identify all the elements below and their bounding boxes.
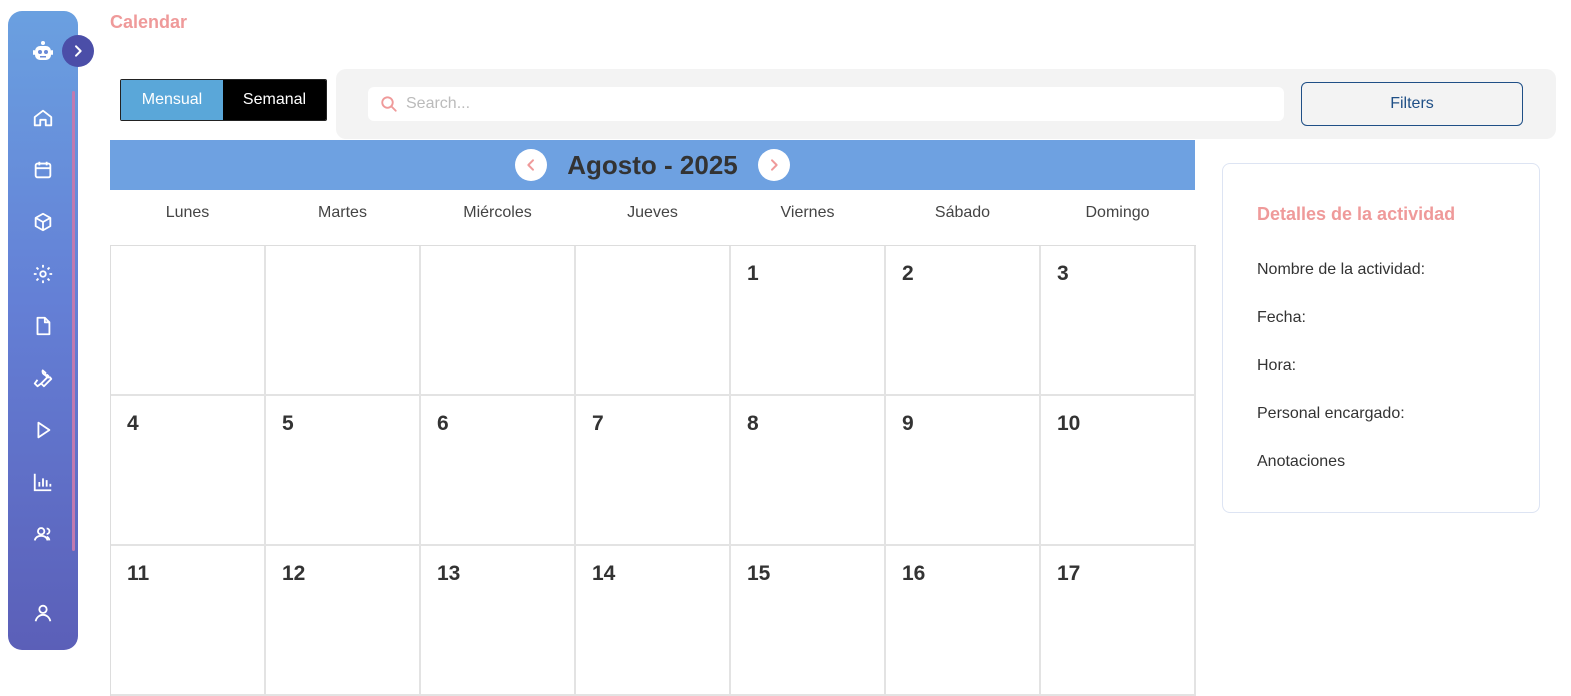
day-cell[interactable]	[576, 246, 731, 396]
previous-month-button[interactable]	[515, 149, 548, 181]
day-cell[interactable]: 12	[266, 546, 421, 696]
weekly-view-button[interactable]: Semanal	[223, 80, 326, 120]
bar-chart-icon	[33, 473, 52, 492]
calendar-header: Agosto - 2025	[110, 140, 1195, 190]
day-cell[interactable]: 6	[421, 396, 576, 546]
search-input[interactable]	[404, 94, 1268, 114]
details-field-date: Fecha:	[1257, 309, 1306, 326]
weekday-label: Sábado	[934, 204, 991, 221]
chevron-right-icon	[75, 45, 82, 57]
file-icon	[36, 316, 51, 336]
day-number: 1	[747, 262, 759, 285]
day-cell[interactable]: 8	[731, 396, 886, 546]
day-cell[interactable]	[266, 246, 421, 396]
calendar-grid: 1 2 3 4 5 6 7 8 9 10 11 12 13 14 15 16 1…	[110, 245, 1196, 696]
day-cell[interactable]: 9	[886, 396, 1041, 546]
sidebar-item-profile[interactable]	[26, 596, 60, 630]
day-number: 5	[282, 412, 294, 435]
activity-details-card: Detalles de la actividad Nombre de la ac…	[1222, 163, 1540, 513]
robot-logo-icon	[30, 39, 56, 65]
sidebar-item-documents[interactable]	[26, 309, 60, 343]
day-number: 11	[127, 562, 150, 585]
day-number: 12	[282, 562, 306, 585]
day-cell[interactable]	[111, 246, 266, 396]
day-number: 10	[1057, 412, 1081, 435]
details-field-name: Nombre de la actividad:	[1257, 261, 1426, 278]
sidebar-item-inventory[interactable]	[26, 205, 60, 239]
weekday-label: Martes	[318, 204, 367, 221]
gear-icon	[33, 264, 53, 284]
search-panel: Filters	[336, 69, 1556, 139]
day-cell[interactable]	[421, 246, 576, 396]
day-cell[interactable]: 15	[731, 546, 886, 696]
weekday-label: Domingo	[1085, 204, 1150, 221]
sidebar-item-reports[interactable]	[26, 465, 60, 499]
details-field-notes: Anotaciones	[1257, 453, 1346, 470]
month-label: Agosto - 2025	[567, 149, 738, 180]
day-number: 4	[127, 412, 139, 435]
sidebar-item-calendar[interactable]	[26, 153, 60, 187]
day-number: 3	[1057, 262, 1069, 285]
sidebar-scrollbar[interactable]	[72, 91, 75, 551]
weekday-label: Viernes	[780, 204, 835, 221]
view-toggle: Mensual Semanal	[120, 79, 327, 121]
day-number: 16	[902, 562, 926, 585]
day-number: 2	[902, 262, 914, 285]
calendar-icon	[34, 161, 52, 179]
day-cell[interactable]: 1	[731, 246, 886, 396]
day-cell[interactable]: 2	[886, 246, 1041, 396]
home-icon	[33, 109, 53, 127]
weekday-headers: Lunes Martes Miércoles Jueves Viernes Sá…	[110, 204, 1195, 222]
sidebar-item-users[interactable]	[26, 517, 60, 551]
day-cell[interactable]: 14	[576, 546, 731, 696]
details-title: Detalles de la actividad	[1257, 204, 1456, 224]
page-title: Calendar	[110, 12, 188, 32]
box-icon	[34, 212, 52, 232]
day-number: 9	[902, 412, 914, 435]
details-field-staff: Personal encargado:	[1257, 405, 1405, 422]
sidebar-item-play[interactable]	[26, 413, 60, 447]
day-number: 6	[437, 412, 449, 435]
next-month-button[interactable]	[757, 149, 790, 181]
day-cell[interactable]: 13	[421, 546, 576, 696]
day-cell[interactable]: 16	[886, 546, 1041, 696]
day-cell[interactable]: 10	[1041, 396, 1196, 546]
day-cell[interactable]: 17	[1041, 546, 1196, 696]
weekday-label: Lunes	[165, 204, 210, 221]
search-box	[368, 87, 1284, 121]
expand-sidebar-button[interactable]	[62, 35, 94, 67]
day-cell[interactable]: 3	[1041, 246, 1196, 396]
monthly-view-button[interactable]: Mensual	[121, 80, 223, 120]
users-icon	[33, 527, 51, 541]
chevron-right-icon	[770, 159, 778, 171]
day-cell[interactable]: 5	[266, 396, 421, 546]
search-icon	[381, 96, 397, 112]
day-cell[interactable]: 7	[576, 396, 731, 546]
sidebar-item-home[interactable]	[26, 101, 60, 135]
wrench-icon	[33, 369, 53, 388]
day-number: 15	[747, 562, 771, 585]
weekday-label: Jueves	[627, 204, 678, 221]
day-number: 17	[1057, 562, 1081, 585]
day-number: 8	[747, 412, 759, 435]
details-field-time: Hora:	[1257, 357, 1297, 374]
play-icon	[37, 421, 51, 439]
user-icon	[34, 604, 52, 622]
filters-button[interactable]: Filters	[1301, 82, 1523, 126]
sidebar-item-tools[interactable]	[26, 361, 60, 395]
weekday-label: Miércoles	[463, 204, 532, 221]
day-cell[interactable]: 4	[111, 396, 266, 546]
day-number: 13	[437, 562, 461, 585]
day-number: 14	[592, 562, 616, 585]
day-number: 7	[592, 412, 604, 435]
day-cell[interactable]: 11	[111, 546, 266, 696]
chevron-left-icon	[527, 159, 535, 171]
sidebar	[8, 11, 78, 650]
sidebar-item-settings[interactable]	[26, 257, 60, 291]
